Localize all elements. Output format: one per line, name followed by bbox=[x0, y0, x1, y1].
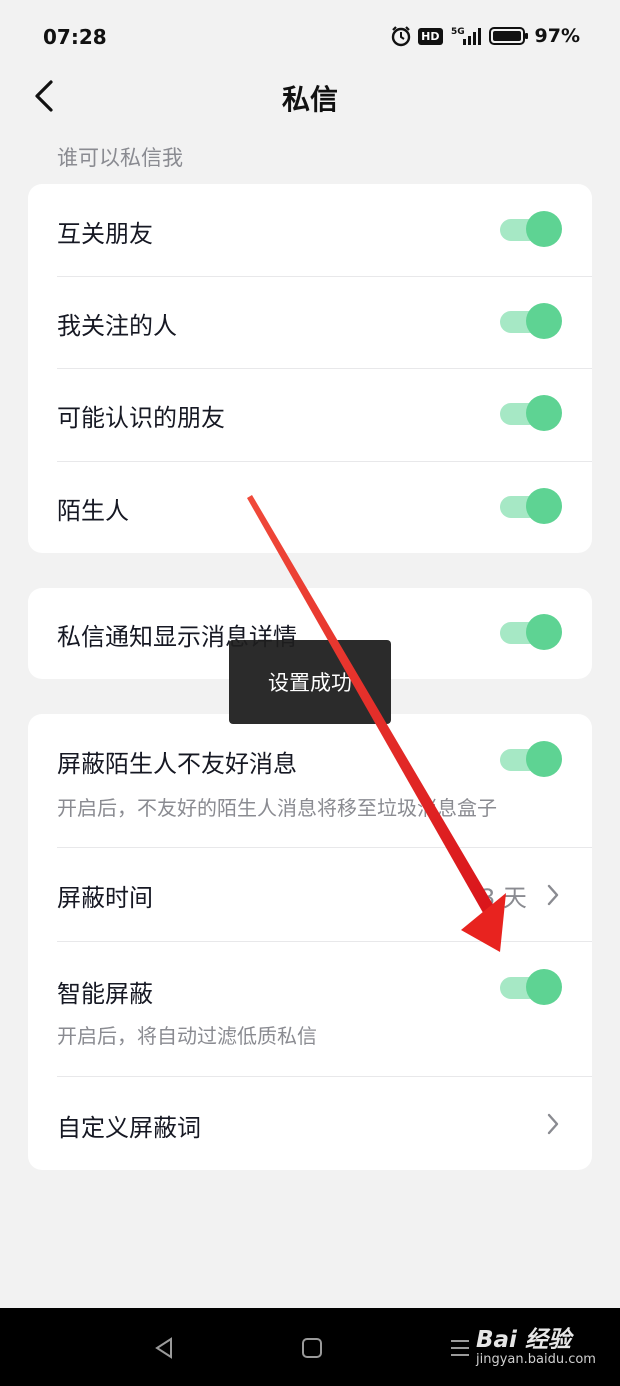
svg-text:5G: 5G bbox=[451, 27, 465, 37]
toggle-knob bbox=[526, 211, 562, 247]
setting-row-may-know: 可能认识的朋友 bbox=[28, 369, 592, 461]
setting-label: 陌生人 bbox=[57, 497, 129, 525]
battery-icon bbox=[488, 27, 528, 45]
alarm-icon bbox=[391, 26, 411, 47]
setting-label: 互关朋友 bbox=[57, 220, 153, 248]
setting-label: 我关注的人 bbox=[57, 312, 177, 340]
page-title: 私信 bbox=[281, 83, 338, 116]
triangle-back-icon bbox=[155, 1337, 172, 1359]
battery-percent: 97% bbox=[534, 25, 580, 47]
toggle-knob bbox=[526, 614, 562, 650]
nav-home-button[interactable] bbox=[294, 1330, 330, 1366]
toggle-notification-detail[interactable] bbox=[500, 612, 564, 654]
toggle-strangers[interactable] bbox=[500, 486, 564, 528]
setting-row-strangers: 陌生人 bbox=[28, 462, 592, 553]
hd-badge: HD bbox=[418, 27, 443, 45]
status-bar: 07:28 HD 5G 97% bbox=[0, 0, 620, 76]
chevron-right-icon bbox=[543, 881, 563, 909]
setting-row-following: 我关注的人 bbox=[28, 277, 592, 369]
toggle-knob bbox=[526, 969, 562, 1005]
toggle-following[interactable] bbox=[500, 301, 564, 343]
toggle-knob bbox=[526, 488, 562, 524]
toggle-mutual-friends[interactable] bbox=[500, 209, 564, 251]
setting-label: 自定义屏蔽词 bbox=[57, 1114, 201, 1142]
toggle-smart-block[interactable] bbox=[500, 967, 564, 1009]
chevron-right-icon bbox=[543, 1110, 563, 1138]
toggle-knob bbox=[526, 741, 562, 777]
square-home-icon bbox=[302, 1338, 322, 1358]
signal-icon: 5G bbox=[451, 27, 481, 45]
setting-label: 可能认识的朋友 bbox=[57, 404, 225, 432]
toggle-block-unfriendly[interactable] bbox=[500, 739, 564, 781]
watermark-url: jingyan.baidu.com bbox=[476, 1352, 596, 1367]
section-label: 谁可以私信我 bbox=[57, 146, 183, 170]
setting-row-block-unfriendly: 屏蔽陌生人不友好消息 开启后，不友好的陌生人消息将移至垃圾消息盒子 bbox=[28, 714, 592, 847]
nav-back-button[interactable] bbox=[146, 1330, 182, 1366]
setting-label: 屏蔽陌生人不友好消息 bbox=[57, 750, 297, 778]
setting-label: 智能屏蔽 bbox=[57, 980, 153, 1008]
who-can-message-card: 互关朋友 我关注的人 可能认识的朋友 陌生人 bbox=[28, 184, 592, 553]
setting-description: 开启后，将自动过滤低质私信 bbox=[57, 1024, 317, 1048]
setting-row-mutual-friends: 互关朋友 bbox=[28, 184, 592, 276]
setting-row-smart-block: 智能屏蔽 开启后，将自动过滤低质私信 bbox=[28, 942, 592, 1076]
block-time-value: 3 天 bbox=[480, 884, 527, 912]
toggle-may-know[interactable] bbox=[500, 393, 564, 435]
baidu-jingyan-watermark: Bai 经验 jingyan.baidu.com bbox=[452, 1318, 612, 1374]
watermark-logo: Bai 经验 bbox=[476, 1327, 571, 1353]
filter-card: 屏蔽陌生人不友好消息 开启后，不友好的陌生人消息将移至垃圾消息盒子 屏蔽时间 3… bbox=[28, 714, 592, 1170]
toast-message: 设置成功 bbox=[229, 640, 391, 724]
setting-row-custom-words[interactable]: 自定义屏蔽词 bbox=[28, 1077, 592, 1170]
nav-bar: 私信 bbox=[0, 70, 620, 122]
setting-label: 屏蔽时间 bbox=[57, 884, 153, 912]
toggle-knob bbox=[526, 395, 562, 431]
status-time: 07:28 bbox=[43, 25, 107, 49]
toggle-knob bbox=[526, 303, 562, 339]
setting-description: 开启后，不友好的陌生人消息将移至垃圾消息盒子 bbox=[57, 796, 497, 820]
status-icons: HD 5G 97% bbox=[390, 25, 580, 47]
setting-row-block-time[interactable]: 屏蔽时间 3 天 bbox=[28, 848, 592, 941]
